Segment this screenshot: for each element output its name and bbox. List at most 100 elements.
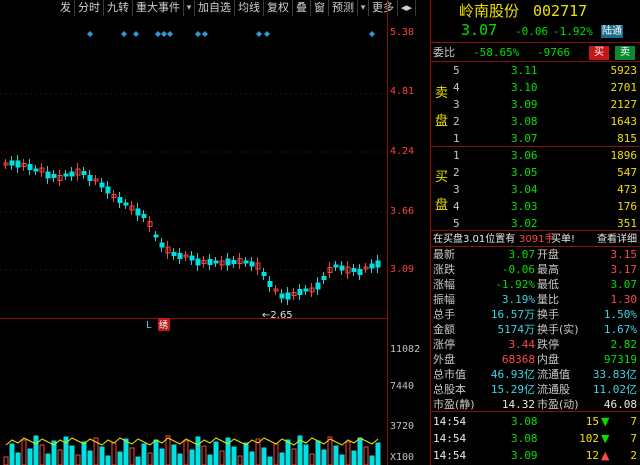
- candle-body: [27, 164, 33, 170]
- stat-value: 1.50%: [603, 308, 637, 321]
- stat-label: 最高: [537, 263, 559, 276]
- candle-body: [15, 160, 21, 168]
- candle-body: [123, 202, 129, 206]
- buy-side-label-1: 买: [435, 170, 449, 185]
- ask-level: 2: [453, 115, 460, 128]
- volume-bar: [351, 450, 357, 465]
- stat-label: 流通值: [537, 368, 570, 381]
- stat-label: 市盈(静): [433, 398, 475, 411]
- stat-label: 外盘: [433, 353, 455, 366]
- candle-body: [315, 282, 321, 290]
- volume-bar: [123, 438, 129, 465]
- stat-label: 涨跌: [433, 263, 455, 276]
- bid-price: 3.04: [511, 183, 538, 196]
- event-marker-icon: [121, 31, 127, 37]
- volume-bar: [189, 449, 195, 465]
- stat-value: 1.30: [610, 293, 638, 306]
- tick-count: 7: [630, 415, 637, 428]
- candle-body: [141, 214, 147, 218]
- arrow-down-icon: ▼: [601, 432, 610, 445]
- candle-body: [357, 269, 363, 275]
- tick-volume: 102: [579, 432, 599, 445]
- bid-row: 2 3.05 547: [431, 164, 640, 181]
- stat-value: 3.44: [508, 338, 536, 351]
- stats-row: 涨幅 -1.92% 最低 3.07: [431, 277, 640, 292]
- event-marker-icon: [167, 31, 173, 37]
- ask-volume: 2701: [610, 81, 638, 94]
- volume-bar: [147, 452, 153, 465]
- candle-body: [339, 265, 345, 271]
- stock-code: 002717: [533, 2, 588, 20]
- buy-side-label-2: 盘: [435, 198, 449, 213]
- kline-chart[interactable]: 发分时 九转 重大事件 ▾ 加自选 均线 复权叠窗预测 ▾ 更多 ◂▸ ←2.65 L 绣 5.38 4…: [0, 0, 430, 465]
- candle-body: [87, 175, 93, 181]
- volume-bar: [177, 453, 183, 465]
- bid-volume: 547: [617, 166, 637, 179]
- volume-bar: [201, 445, 207, 465]
- candle-body: [297, 289, 303, 295]
- bid-level: 2: [453, 166, 460, 179]
- sell-button[interactable]: 卖: [615, 46, 635, 60]
- price-axis-label: 5.38: [390, 27, 415, 38]
- price-axis-label: 4.81: [390, 86, 415, 97]
- tick-count: 2: [630, 449, 637, 462]
- ask-price: 3.08: [511, 115, 538, 128]
- candle-body: [375, 260, 381, 268]
- bid-level: 3: [453, 183, 460, 196]
- volume-bar: [315, 440, 321, 465]
- stats-row: 最新 3.07 开盘 3.15: [431, 247, 640, 262]
- ask-row: 5 3.11 5923: [431, 62, 640, 79]
- volume-bar: [165, 435, 171, 465]
- event-marker-icon: [369, 31, 375, 37]
- volume-bar: [219, 450, 225, 465]
- stat-label: 总手: [433, 308, 455, 321]
- volume-bar: [327, 436, 333, 465]
- candle-body: [69, 171, 75, 177]
- candle-body: [267, 281, 273, 287]
- stat-label: 市盈(动): [537, 398, 579, 411]
- volume-bar: [159, 448, 165, 465]
- candle-body: [333, 264, 339, 268]
- volume-bar: [45, 453, 51, 465]
- price-axis-label: 4.24: [390, 146, 415, 157]
- stat-value: 3.07: [610, 278, 638, 291]
- ask-level: 5: [453, 64, 460, 77]
- volume-bar: [33, 435, 39, 465]
- stats-row: 涨停 3.44 跌停 2.82: [431, 337, 640, 352]
- volume-bar: [9, 443, 15, 465]
- volume-bar: [273, 443, 279, 465]
- candle-body: [177, 253, 183, 259]
- stats-row: 涨跌 -0.06 最高 3.17: [431, 262, 640, 277]
- low-price-label: ←2.65: [262, 310, 293, 321]
- stat-label: 量比: [537, 293, 559, 306]
- stat-value: 14.32: [501, 398, 535, 411]
- volume-bar: [249, 451, 255, 465]
- stats-row: 总股本 15.29亿 流通股 11.02亿: [431, 382, 640, 397]
- stat-value: 3.19%: [501, 293, 535, 306]
- buy-button[interactable]: 买: [589, 46, 609, 60]
- candle-body: [249, 261, 255, 267]
- stat-label: 总市值: [433, 368, 466, 381]
- volume-bar: [117, 451, 123, 465]
- candle-body: [303, 288, 309, 292]
- event-marker-icon: [155, 31, 161, 37]
- volume-bar: [285, 439, 291, 465]
- stat-value: -0.06: [501, 263, 535, 276]
- bid-volume: 1896: [610, 149, 638, 162]
- volume-bar: [261, 447, 267, 465]
- volume-bar: [309, 453, 315, 465]
- volume-bar: [111, 442, 117, 465]
- candle-body: [153, 234, 159, 238]
- candle-body: [159, 242, 165, 248]
- kline-svg[interactable]: ←2.65 L 绣: [0, 0, 430, 465]
- stats-row: 振幅 3.19% 量比 1.30: [431, 292, 640, 307]
- candle-body: [105, 186, 111, 194]
- stat-label: 涨停: [433, 338, 455, 351]
- volume-bar: [3, 456, 9, 465]
- event-badge: 绣: [159, 319, 168, 331]
- tick-row: 14:54 3.08 15 ▼ 7: [431, 413, 640, 430]
- candle-body: [207, 259, 213, 265]
- ask-row: 2 3.08 1643: [431, 113, 640, 130]
- stat-value: 3.17: [610, 263, 638, 276]
- candle-body: [213, 260, 219, 264]
